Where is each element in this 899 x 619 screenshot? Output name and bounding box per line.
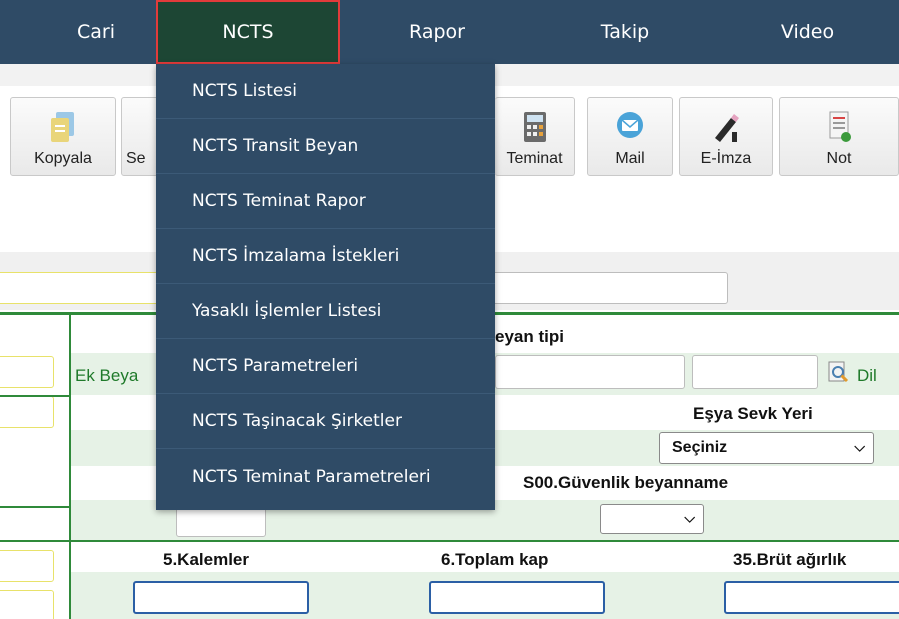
copy-button-label: Kopyala [34, 150, 92, 167]
menu-item-ncts-teminat-rapor[interactable]: NCTS Teminat Rapor [156, 174, 495, 229]
toplam-kap-label: 6.Toplam kap [441, 550, 549, 569]
form-divider-h3 [0, 540, 899, 542]
esya-sevk-yeri-label: Eşya Sevk Yeri [693, 404, 813, 423]
copy-button[interactable]: Kopyala [10, 97, 116, 176]
beyan-tipi-input[interactable] [495, 355, 685, 389]
brut-agirlik-label: 35.Brüt ağırlık [733, 550, 847, 569]
chevron-down-icon: ⌵ [684, 509, 695, 526]
ek-beyan-label: Ek Beya [75, 366, 139, 385]
nav-item-cari[interactable]: Cari [0, 0, 156, 64]
menu-item-ncts-teminat-parametreleri[interactable]: NCTS Teminat Parametreleri [156, 449, 495, 504]
beyan-tipi-label: eyan tipi [495, 327, 564, 346]
menu-item-ncts-transit-beyan[interactable]: NCTS Transit Beyan [156, 119, 495, 174]
form-divider-vertical [69, 314, 71, 619]
se-button-label: Se [126, 150, 146, 167]
form-divider-h2 [0, 506, 70, 508]
dil-label: Dil [857, 366, 877, 385]
left-input-2[interactable] [0, 396, 54, 428]
nav-item-video[interactable]: Video [716, 0, 899, 64]
top-plain-input[interactable] [478, 272, 728, 304]
left-input-3[interactable] [0, 550, 54, 582]
copy-icon [51, 112, 74, 142]
menu-item-ncts-tasinacak-sirketler[interactable]: NCTS Taşinacak Şirketler [156, 394, 495, 449]
brut-agirlik-input[interactable] [724, 581, 899, 614]
esya-sevk-yeri-select[interactable]: Seçiniz ⌵ [659, 432, 874, 464]
mail-button[interactable]: Mail [587, 97, 673, 176]
ncts-dropdown-menu: NCTS Listesi NCTS Transit Beyan NCTS Tem… [156, 64, 495, 510]
guvenlik-select[interactable]: ⌵ [600, 504, 704, 534]
teminat-button-label: Teminat [506, 150, 563, 167]
menu-item-yasakli-islemler[interactable]: Yasaklı İşlemler Listesi [156, 284, 495, 339]
note-icon [829, 111, 851, 142]
nav-item-ncts[interactable]: NCTS [156, 0, 340, 64]
not-button[interactable]: Not [779, 97, 899, 176]
e-imza-button-label: E-İmza [700, 150, 752, 167]
nav-item-rapor[interactable]: Rapor [340, 0, 534, 64]
calculator-icon [523, 112, 546, 142]
not-button-label: Not [826, 150, 852, 167]
e-imza-button[interactable]: E-İmza [679, 97, 773, 176]
toplam-kap-input[interactable] [429, 581, 605, 614]
nav-item-takip[interactable]: Takip [534, 0, 716, 64]
chevron-down-icon: ⌵ [854, 438, 865, 455]
left-input-4[interactable] [0, 590, 54, 619]
kalemler-label: 5.Kalemler [163, 550, 249, 569]
dil-code-input[interactable] [692, 355, 818, 389]
menu-item-ncts-parametreleri[interactable]: NCTS Parametreleri [156, 339, 495, 394]
top-yellow-input[interactable] [0, 272, 160, 304]
mail-button-label: Mail [615, 150, 645, 167]
main-navbar: Cari NCTS Rapor Takip Video [0, 0, 899, 64]
teminat-button[interactable]: Teminat [495, 97, 575, 176]
mail-icon [617, 112, 643, 138]
guvenlik-beyanname-label: S00.Güvenlik beyanname [523, 473, 729, 492]
menu-item-ncts-imzalama-istekleri[interactable]: NCTS İmzalama İstekleri [156, 229, 495, 284]
kalemler-input[interactable] [133, 581, 309, 614]
esya-sevk-yeri-value: Seçiniz [672, 439, 728, 456]
form-divider-h1 [0, 395, 70, 397]
app-root: Cari NCTS Rapor Takip Video Kopyala Se T… [0, 0, 899, 619]
left-input-1[interactable] [0, 356, 54, 388]
lookup-icon[interactable] [826, 360, 850, 384]
pen-icon [715, 114, 739, 142]
menu-item-ncts-listesi[interactable]: NCTS Listesi [156, 64, 495, 119]
